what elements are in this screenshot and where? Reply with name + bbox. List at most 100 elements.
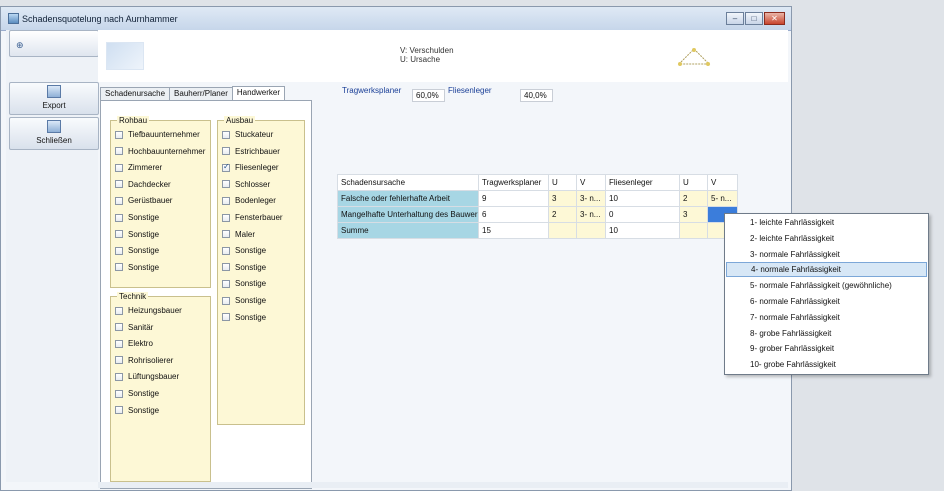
- checkbox[interactable]: [222, 196, 230, 205]
- grid-cell[interactable]: 15: [478, 222, 549, 239]
- pin-icon[interactable]: ⊕: [16, 40, 24, 51]
- checkbox[interactable]: [222, 279, 230, 288]
- rohbau-item-hochbauunternehmer[interactable]: Hochbauunternehmer: [115, 146, 205, 157]
- dropdown-option[interactable]: 9- grober Fahrlässigkeit: [726, 341, 927, 356]
- checkbox[interactable]: [222, 313, 230, 322]
- checkbox[interactable]: [115, 163, 123, 172]
- grid-cell[interactable]: 3- n...: [576, 206, 606, 223]
- verschulden-dropdown[interactable]: 1- leichte Fahrlässigkeit 2- leichte Fahr…: [724, 213, 929, 375]
- checkbox[interactable]: [222, 180, 230, 189]
- checkbox[interactable]: [115, 213, 123, 222]
- technik-item-rohrisolierer[interactable]: Rohrisolierer: [115, 355, 173, 366]
- banner-decoration: [106, 42, 144, 70]
- tab-bauherr-planer[interactable]: Bauherr/Planer: [169, 87, 233, 100]
- ausbau-item-sonstige[interactable]: Sonstige: [222, 245, 266, 256]
- grid-cell[interactable]: [548, 222, 577, 239]
- rohbau-item-dachdecker[interactable]: Dachdecker: [115, 179, 171, 190]
- technik-item-sonstige[interactable]: Sonstige: [115, 388, 159, 399]
- rohbau-item-zimmerer[interactable]: Zimmerer: [115, 162, 162, 173]
- technik-item-luftungsbauer[interactable]: Lüftungsbauer: [115, 371, 179, 382]
- rohbau-item-gerustbauer[interactable]: Gerüstbauer: [115, 195, 172, 206]
- checkbox[interactable]: [222, 263, 230, 272]
- checkbox[interactable]: [222, 147, 230, 156]
- dropdown-option[interactable]: 4- normale Fahrlässigkeit: [726, 262, 927, 278]
- grid-cell[interactable]: [679, 222, 708, 239]
- grid-cell[interactable]: 3- n...: [576, 190, 606, 207]
- checkbox[interactable]: [115, 356, 123, 365]
- technik-title: Technik: [117, 292, 149, 301]
- grid-cell[interactable]: [576, 222, 606, 239]
- tab-handwerker[interactable]: Handwerker: [231, 86, 285, 100]
- checkbox-label: Heizungsbauer: [128, 306, 182, 315]
- checkbox[interactable]: [222, 246, 230, 255]
- rohbau-item-sonstige[interactable]: Sonstige: [115, 229, 159, 240]
- tab-schadenursache[interactable]: Schadenursache: [100, 87, 171, 100]
- grid-cell[interactable]: 3: [679, 206, 708, 223]
- checkbox-label: Sonstige: [128, 229, 160, 239]
- ausbau-item-stuckateur[interactable]: Stuckateur: [222, 129, 273, 140]
- dropdown-option[interactable]: 6- normale Fahrlässigkeit: [726, 294, 927, 309]
- checkbox[interactable]: [115, 147, 123, 156]
- close-window-button[interactable]: ✕: [764, 12, 785, 25]
- checkbox[interactable]: [222, 162, 230, 172]
- close-button[interactable]: Schließen: [9, 117, 99, 150]
- pin-panel[interactable]: ⊕: [9, 30, 99, 57]
- checkbox[interactable]: [115, 339, 123, 348]
- technik-item-heizungsbauer[interactable]: Heizungsbauer: [115, 305, 182, 316]
- checkbox[interactable]: [222, 296, 230, 305]
- ausbau-item-bodenleger[interactable]: Bodenleger: [222, 195, 276, 206]
- technik-item-sanitar[interactable]: Sanitär: [115, 322, 153, 333]
- fliesenleger-percent-label: Fliesenleger: [448, 86, 492, 95]
- ausbau-item-fliesenleger[interactable]: Fliesenleger: [222, 162, 279, 173]
- checkbox[interactable]: [115, 306, 123, 315]
- grid-cell[interactable]: 0: [605, 206, 680, 223]
- ausbau-item-sonstige[interactable]: Sonstige: [222, 295, 266, 306]
- grid-cell[interactable]: 5- n...: [707, 190, 738, 207]
- technik-item-elektro[interactable]: Elektro: [115, 338, 153, 349]
- checkbox[interactable]: [115, 389, 123, 398]
- grid-cell[interactable]: 10: [605, 222, 680, 239]
- minimize-button[interactable]: –: [726, 12, 744, 25]
- ausbau-item-estrichbauer[interactable]: Estrichbauer: [222, 146, 280, 157]
- grid-cell[interactable]: 2: [679, 190, 708, 207]
- dropdown-option[interactable]: 7- normale Fahrlässigkeit: [726, 310, 927, 325]
- technik-item-sonstige[interactable]: Sonstige: [115, 405, 159, 416]
- ausbau-item-sonstige[interactable]: Sonstige: [222, 312, 266, 323]
- rohbau-item-sonstige[interactable]: Sonstige: [115, 212, 159, 223]
- grid-cell[interactable]: 10: [605, 190, 680, 207]
- rohbau-item-sonstige[interactable]: Sonstige: [115, 245, 159, 256]
- grid-cell[interactable]: 2: [548, 206, 577, 223]
- dropdown-option[interactable]: 1- leichte Fahrlässigkeit: [726, 215, 927, 230]
- checkbox[interactable]: [115, 372, 123, 381]
- dropdown-option[interactable]: 2- leichte Fahrlässigkeit: [726, 231, 927, 246]
- checkbox[interactable]: [115, 263, 123, 272]
- checkbox[interactable]: [222, 230, 230, 239]
- dropdown-option[interactable]: 3- normale Fahrlässigkeit: [726, 247, 927, 262]
- maximize-button[interactable]: □: [745, 12, 763, 25]
- ausbau-item-maler[interactable]: Maler: [222, 229, 255, 240]
- checkbox[interactable]: [222, 213, 230, 222]
- checkbox[interactable]: [115, 180, 123, 189]
- ausbau-item-schlosser[interactable]: Schlosser: [222, 179, 270, 190]
- rohbau-item-tiefbauunternehmer[interactable]: Tiefbauunternehmer: [115, 129, 200, 140]
- checkbox[interactable]: [115, 246, 123, 255]
- checkbox[interactable]: [115, 196, 123, 205]
- rohbau-item-sonstige[interactable]: Sonstige: [115, 262, 159, 273]
- checkbox[interactable]: [115, 130, 123, 139]
- checkbox[interactable]: [222, 130, 230, 139]
- window-title: Schadensquotelung nach Aurnhammer: [22, 13, 178, 24]
- checkbox[interactable]: [115, 230, 123, 239]
- ausbau-item-sonstige[interactable]: Sonstige: [222, 262, 266, 273]
- dropdown-option[interactable]: 10- grobe Fahrlässigkeit: [726, 357, 927, 372]
- ausbau-item-fensterbauer[interactable]: Fensterbauer: [222, 212, 283, 223]
- handwerker-panel: Rohbau Tiefbauunternehmer Hochbauunterneh…: [100, 100, 312, 489]
- checkbox[interactable]: [115, 323, 123, 332]
- checkbox[interactable]: [115, 406, 123, 415]
- dropdown-option[interactable]: 8- grobe Fahrlässigkeit: [726, 326, 927, 341]
- ausbau-item-sonstige[interactable]: Sonstige: [222, 278, 266, 289]
- dropdown-option[interactable]: 5- normale Fahrlässigkeit (gewöhnliche): [726, 278, 927, 293]
- export-button[interactable]: Export: [9, 82, 99, 115]
- grid-cell[interactable]: 3: [548, 190, 577, 207]
- grid-cell[interactable]: 6: [478, 206, 549, 223]
- grid-cell[interactable]: 9: [478, 190, 549, 207]
